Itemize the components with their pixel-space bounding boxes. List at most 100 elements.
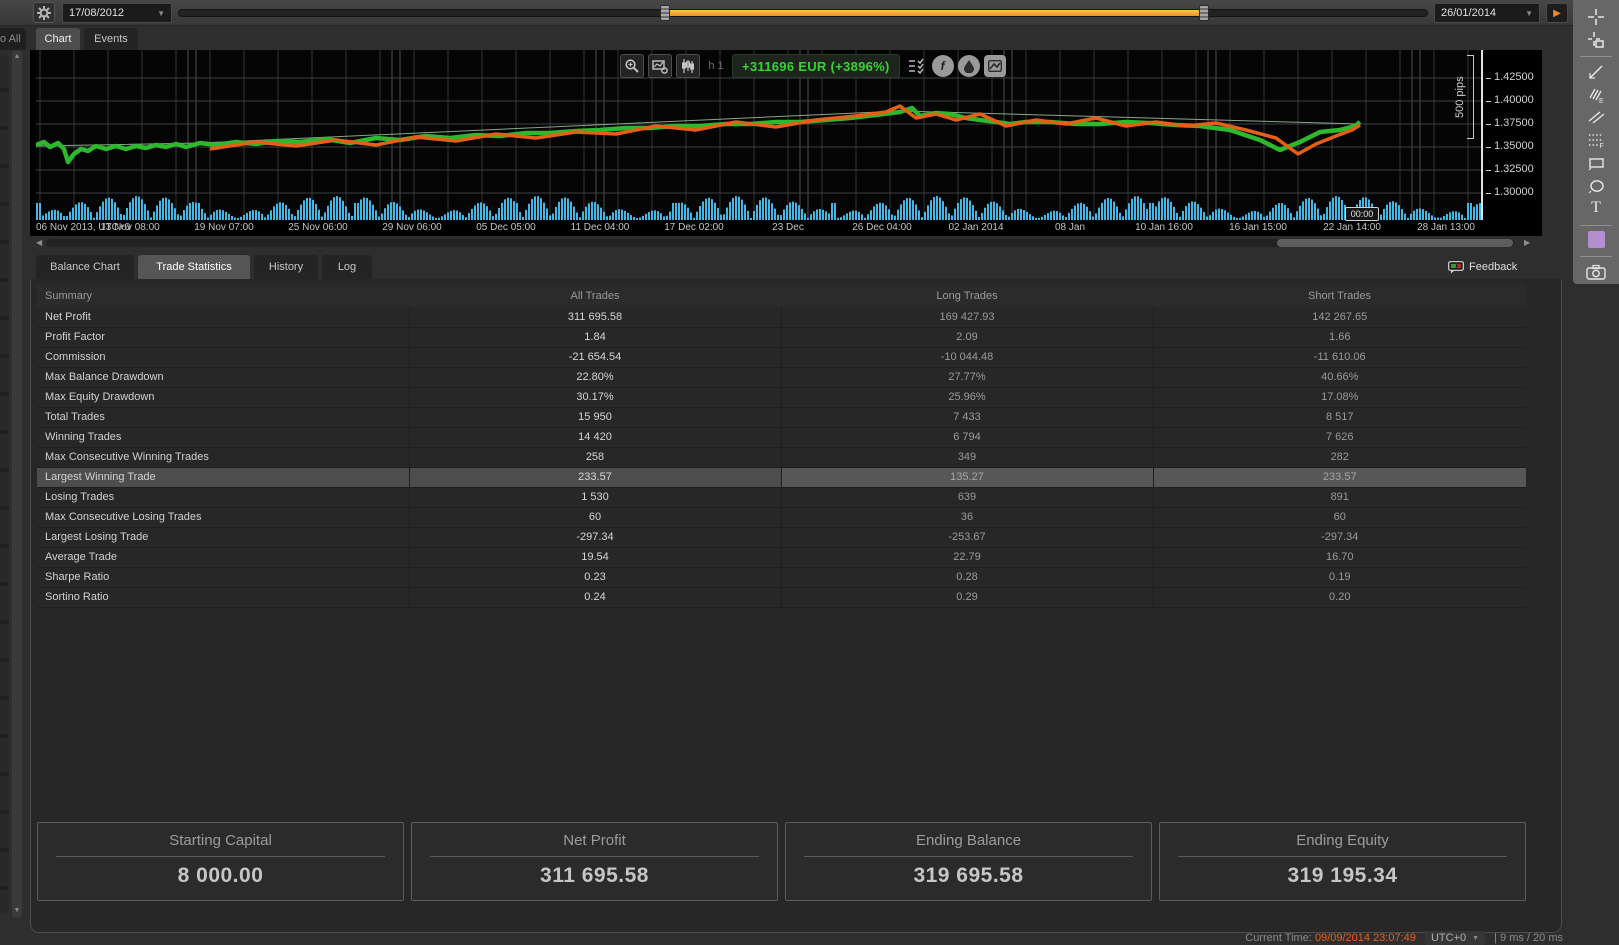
cell-all: 0.24 xyxy=(409,587,781,607)
table-row[interactable]: Max Consecutive Winning Trades258349282 xyxy=(37,447,1526,467)
tab-chart[interactable]: Chart xyxy=(36,28,80,50)
feedback-button[interactable]: Feedback xyxy=(1448,257,1517,277)
range-handle-end[interactable] xyxy=(1199,5,1209,21)
price-axis[interactable]: 1.425001.400001.375001.350001.325001.300… xyxy=(1482,50,1542,220)
table-row[interactable]: Sortino Ratio0.240.290.20 xyxy=(37,587,1526,607)
chevron-down-icon[interactable]: ▼ xyxy=(1515,9,1533,18)
hidden-panel-items xyxy=(0,54,9,914)
table-row[interactable]: Sharpe Ratio0.230.280.19 xyxy=(37,567,1526,587)
chevron-down-icon[interactable]: ▼ xyxy=(147,9,165,18)
play-button[interactable]: ▶ xyxy=(1546,3,1568,23)
zoom-button[interactable] xyxy=(620,54,644,78)
table-row[interactable]: Losing Trades1 530639891 xyxy=(37,487,1526,507)
chart-settings-icon xyxy=(652,58,668,74)
table-row[interactable]: Average Trade19.5422.7916.70 xyxy=(37,547,1526,567)
table-row[interactable]: Max Balance Drawdown22.80%27.77%40.66% xyxy=(37,367,1526,387)
cell-label: Winning Trades xyxy=(37,427,409,447)
tab-trade-statistics[interactable]: Trade Statistics xyxy=(138,255,250,279)
table-row[interactable]: Total Trades15 9507 4338 517 xyxy=(37,407,1526,427)
table-row[interactable]: Commission-21 654.54-10 044.48-11 610.06 xyxy=(37,347,1526,367)
text-tool[interactable]: T xyxy=(1581,198,1611,219)
svg-text:F: F xyxy=(1600,143,1604,149)
cell-label: Max Balance Drawdown xyxy=(37,367,409,387)
scroll-up-icon[interactable]: ▲ xyxy=(12,52,22,62)
col-summary[interactable]: Summary xyxy=(37,284,409,307)
table-row[interactable]: Winning Trades14 4206 7947 626 xyxy=(37,427,1526,447)
cell-short: -11 610.06 xyxy=(1153,347,1526,367)
price-tick-label: 1.37500 xyxy=(1486,117,1534,129)
table-row[interactable]: Largest Winning Trade233.57135.27233.57 xyxy=(37,467,1526,487)
chart-settings-button[interactable] xyxy=(648,54,672,78)
timeframe-indicator[interactable]: h 1 xyxy=(704,54,728,78)
col-long-trades[interactable]: Long Trades xyxy=(781,284,1153,307)
table-row[interactable]: Max Consecutive Losing Trades603660 xyxy=(37,507,1526,527)
price-tick-label: 1.35000 xyxy=(1486,140,1534,152)
feedback-icon xyxy=(1448,261,1464,274)
cell-long: -10 044.48 xyxy=(781,347,1153,367)
scale-ruler: 500 pips xyxy=(1448,55,1474,139)
cell-label: Largest Winning Trade xyxy=(37,467,409,487)
sidebar-divider xyxy=(1580,56,1612,57)
color-swatch-button[interactable] xyxy=(1581,230,1611,251)
col-all-trades[interactable]: All Trades xyxy=(409,284,781,307)
timezone-select[interactable]: UTC+0 ▼ xyxy=(1425,931,1485,945)
equity-chart[interactable]: h 1 +311696 EUR (+3896%) f xyxy=(36,50,1482,220)
cell-all: 15 950 xyxy=(409,407,781,427)
chart-type-button[interactable] xyxy=(676,54,700,78)
crosshair-icon xyxy=(1587,8,1605,26)
fibonacci-tool[interactable]: F xyxy=(1581,130,1611,151)
tab-balance-chart[interactable]: Balance Chart xyxy=(36,255,134,279)
rectangle-tool[interactable] xyxy=(1581,152,1611,173)
cell-all: 60 xyxy=(409,507,781,527)
theme-button[interactable] xyxy=(958,55,980,77)
cell-short: 7 626 xyxy=(1153,427,1526,447)
cell-long: 7 433 xyxy=(781,407,1153,427)
table-row[interactable]: Net Profit311 695.58169 427.93142 267.65 xyxy=(37,307,1526,327)
chart-scrollbar-thumb[interactable] xyxy=(1277,239,1513,247)
table-row[interactable]: Profit Factor1.842.091.66 xyxy=(37,327,1526,347)
function-button[interactable]: f xyxy=(932,55,954,77)
cell-short: 16.70 xyxy=(1153,547,1526,567)
chart-scrollbar-track[interactable] xyxy=(46,239,1514,247)
date-range-selected[interactable] xyxy=(666,10,1204,16)
settings-gear-button[interactable] xyxy=(33,2,55,23)
snapshot-button[interactable] xyxy=(984,55,1006,77)
cell-short: 891 xyxy=(1153,487,1526,507)
orders-list-button[interactable] xyxy=(904,54,928,78)
tab-history[interactable]: History xyxy=(254,255,318,279)
ellipse-tool[interactable] xyxy=(1581,175,1611,196)
cell-label: Total Trades xyxy=(37,407,409,427)
left-scrollbar[interactable] xyxy=(12,50,22,918)
top-toolbar: 17/08/2012 ▼ 26/01/2014 ▼ ▶ xyxy=(0,0,1573,26)
end-date-input[interactable]: 26/01/2014 ▼ xyxy=(1434,3,1540,23)
tab-log[interactable]: Log xyxy=(322,255,372,279)
range-handle-start[interactable] xyxy=(660,5,670,21)
crosshair-box-tool[interactable] xyxy=(1581,30,1611,51)
tab-events-label: Events xyxy=(94,33,128,45)
trendline-tool[interactable] xyxy=(1581,61,1611,82)
cell-long: 169 427.93 xyxy=(781,307,1153,327)
status-bar: Current Time: 09/09/2014 23:07:49 UTC+0 … xyxy=(0,931,1563,945)
table-row[interactable]: Largest Losing Trade-297.34-253.67-297.3… xyxy=(37,527,1526,547)
cell-label: Profit Factor xyxy=(37,327,409,347)
cell-label: Commission xyxy=(37,347,409,367)
scroll-left-icon[interactable]: ◀ xyxy=(36,238,42,247)
time-axis[interactable]: 06 Nov 2013, UTC+013 Nov 08:0019 Nov 07:… xyxy=(36,221,1536,235)
elliott-wave-tool[interactable]: E xyxy=(1581,84,1611,105)
tab-events[interactable]: Events xyxy=(84,28,138,50)
cell-label: Losing Trades xyxy=(37,487,409,507)
clipped-left-tab[interactable]: o All xyxy=(0,28,26,50)
date-range-slider[interactable] xyxy=(178,9,1428,17)
scroll-right-icon[interactable]: ▶ xyxy=(1524,238,1530,247)
parallel-lines-tool[interactable] xyxy=(1581,107,1611,128)
cell-all: 19.54 xyxy=(409,547,781,567)
scroll-down-icon[interactable]: ▼ xyxy=(12,906,22,916)
cell-long: 22.79 xyxy=(781,547,1153,567)
crosshair-tool[interactable] xyxy=(1581,7,1611,28)
screenshot-tool[interactable] xyxy=(1581,261,1611,282)
table-row[interactable]: Max Equity Drawdown30.17%25.96%17.08% xyxy=(37,387,1526,407)
photo-icon xyxy=(988,60,1002,72)
start-date-input[interactable]: 17/08/2012 ▼ xyxy=(62,3,172,23)
col-short-trades[interactable]: Short Trades xyxy=(1153,284,1526,307)
pnl-badge: +311696 EUR (+3896%) xyxy=(732,54,900,78)
